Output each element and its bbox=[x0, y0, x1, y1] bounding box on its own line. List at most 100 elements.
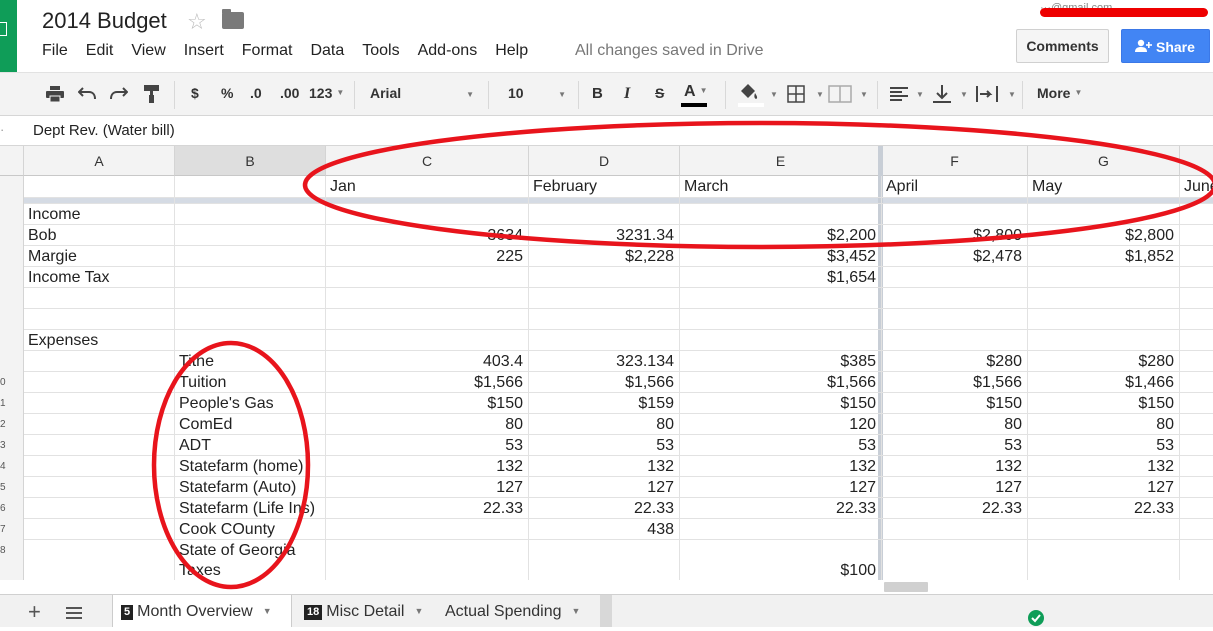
month-header-5[interactable]: June bbox=[1184, 178, 1213, 196]
paint-format-icon[interactable] bbox=[143, 84, 161, 104]
print-icon[interactable] bbox=[46, 86, 64, 102]
star-icon[interactable]: ☆ bbox=[187, 9, 207, 35]
data-cell[interactable]: $3,452 bbox=[680, 247, 876, 266]
merge-cells-icon[interactable] bbox=[828, 85, 852, 103]
data-cell[interactable]: 22.33 bbox=[680, 499, 876, 518]
document-title[interactable]: 2014 Budget bbox=[42, 8, 167, 34]
spreadsheet-grid[interactable]: ABCDEFG Jan February March April May June Incom… bbox=[0, 146, 1213, 580]
data-cell[interactable]: $1,566 bbox=[680, 373, 876, 392]
borders-icon[interactable] bbox=[787, 85, 805, 103]
data-cell[interactable]: $1,466 bbox=[1028, 373, 1174, 392]
row-number[interactable]: 6 bbox=[0, 502, 24, 516]
month-header-3[interactable]: April bbox=[886, 178, 918, 196]
data-cell[interactable]: 132 bbox=[1028, 457, 1174, 476]
row-number[interactable]: 3 bbox=[0, 439, 24, 453]
row-number[interactable]: 7 bbox=[0, 523, 24, 537]
data-cell[interactable]: 132 bbox=[680, 457, 876, 476]
row-number[interactable]: 1 bbox=[0, 397, 24, 411]
month-header-0[interactable]: Jan bbox=[330, 178, 356, 196]
data-cell[interactable]: $150 bbox=[882, 394, 1022, 413]
data-cell[interactable]: $1,566 bbox=[326, 373, 523, 392]
chevron-down-icon[interactable]: ▼ bbox=[414, 606, 423, 616]
data-cell[interactable]: $150 bbox=[680, 394, 876, 413]
expense-label[interactable]: Statefarm (home) bbox=[179, 457, 303, 476]
expense-label[interactable]: People's Gas bbox=[179, 394, 274, 413]
data-cell[interactable]: 132 bbox=[529, 457, 674, 476]
month-header-2[interactable]: March bbox=[684, 178, 728, 196]
horizontal-scrollbar-thumb[interactable] bbox=[884, 582, 928, 592]
percent-format-button[interactable]: % bbox=[221, 85, 233, 101]
data-cell[interactable]: $385 bbox=[680, 352, 876, 371]
data-cell[interactable]: 22.33 bbox=[1028, 499, 1174, 518]
expense-label[interactable]: Tithe bbox=[179, 352, 214, 371]
data-cell[interactable]: $2,478 bbox=[882, 247, 1022, 266]
data-cell[interactable]: 127 bbox=[882, 478, 1022, 497]
undo-icon[interactable] bbox=[78, 87, 96, 99]
data-cell[interactable]: $280 bbox=[1028, 352, 1174, 371]
menu-file[interactable]: File bbox=[42, 42, 68, 62]
chevron-down-icon[interactable]: ▼ bbox=[816, 90, 824, 99]
data-cell[interactable]: 53 bbox=[1028, 436, 1174, 455]
row-label[interactable]: Bob bbox=[28, 226, 56, 245]
chevron-down-icon[interactable]: ▼ bbox=[1008, 90, 1016, 99]
data-cell[interactable]: $150 bbox=[1028, 394, 1174, 413]
data-cell[interactable]: 53 bbox=[529, 436, 674, 455]
font-family-select[interactable]: Arial ▼ bbox=[370, 85, 474, 101]
sheets-logo-icon[interactable] bbox=[0, 0, 17, 72]
data-cell[interactable]: 80 bbox=[326, 415, 523, 434]
data-cell[interactable]: 127 bbox=[326, 478, 523, 497]
column-header-c[interactable]: C bbox=[326, 146, 529, 176]
data-cell[interactable]: 22.33 bbox=[326, 499, 523, 518]
data-cell[interactable]: 53 bbox=[680, 436, 876, 455]
comments-button[interactable]: Comments bbox=[1016, 29, 1109, 63]
font-size-select[interactable]: 10 ▼ bbox=[508, 85, 566, 101]
text-wrap-icon[interactable] bbox=[975, 85, 999, 103]
tab-actual-spending[interactable]: Actual Spending ▼ bbox=[437, 595, 593, 627]
data-cell[interactable]: $100 bbox=[680, 561, 876, 580]
menu-help[interactable]: Help bbox=[495, 42, 528, 62]
menu-tools[interactable]: Tools bbox=[362, 42, 399, 62]
data-cell[interactable]: $159 bbox=[529, 394, 674, 413]
data-cell[interactable]: $1,852 bbox=[1028, 247, 1174, 266]
data-cell[interactable]: 323.134 bbox=[529, 352, 674, 371]
chevron-down-icon[interactable]: ▼ bbox=[960, 90, 968, 99]
row-label[interactable]: Income Tax bbox=[28, 268, 110, 287]
data-cell[interactable]: 403.4 bbox=[326, 352, 523, 371]
vertical-align-icon[interactable] bbox=[932, 84, 952, 104]
formula-input[interactable]: Dept Rev. (Water bill) bbox=[33, 122, 175, 139]
data-cell[interactable]: $2,800 bbox=[882, 226, 1022, 245]
more-formats-button[interactable]: 123 ▼ bbox=[309, 85, 344, 101]
data-cell[interactable]: 438 bbox=[529, 520, 674, 539]
chevron-down-icon[interactable]: ▼ bbox=[263, 606, 272, 616]
text-color-button[interactable]: A ▼ bbox=[684, 83, 707, 101]
menu-view[interactable]: View bbox=[131, 42, 165, 62]
data-cell[interactable]: $2,800 bbox=[1028, 226, 1174, 245]
data-cell[interactable]: 53 bbox=[882, 436, 1022, 455]
expense-label[interactable]: Statefarm (Life Ins) bbox=[179, 499, 315, 518]
data-cell[interactable]: 80 bbox=[882, 415, 1022, 434]
data-cell[interactable]: $280 bbox=[882, 352, 1022, 371]
data-cell[interactable]: 132 bbox=[326, 457, 523, 476]
row-number[interactable]: 2 bbox=[0, 418, 24, 432]
horizontal-align-icon[interactable] bbox=[890, 86, 908, 102]
data-cell[interactable]: 53 bbox=[326, 436, 523, 455]
month-header-4[interactable]: May bbox=[1032, 178, 1062, 196]
chevron-down-icon[interactable]: ▼ bbox=[572, 606, 581, 616]
expense-label[interactable]: ComEd bbox=[179, 415, 232, 434]
data-cell[interactable]: $1,566 bbox=[529, 373, 674, 392]
tab-misc-detail[interactable]: 18 Misc Detail ▼ bbox=[296, 595, 434, 627]
data-cell[interactable]: 127 bbox=[1028, 478, 1174, 497]
column-header-a[interactable]: A bbox=[24, 146, 175, 176]
menu-edit[interactable]: Edit bbox=[86, 42, 114, 62]
decrease-decimals-button[interactable]: .0 bbox=[250, 85, 262, 101]
data-cell[interactable]: 127 bbox=[680, 478, 876, 497]
menu-format[interactable]: Format bbox=[242, 42, 293, 62]
data-cell[interactable]: $2,200 bbox=[680, 226, 876, 245]
chevron-down-icon[interactable]: ▼ bbox=[916, 90, 924, 99]
row-label[interactable]: Margie bbox=[28, 247, 77, 266]
data-cell[interactable]: $1,654 bbox=[680, 268, 876, 287]
row-number[interactable]: 8 bbox=[0, 544, 24, 558]
data-cell[interactable]: 120 bbox=[680, 415, 876, 434]
expense-label[interactable]: Statefarm (Auto) bbox=[179, 478, 296, 497]
select-all-corner[interactable] bbox=[0, 146, 24, 176]
